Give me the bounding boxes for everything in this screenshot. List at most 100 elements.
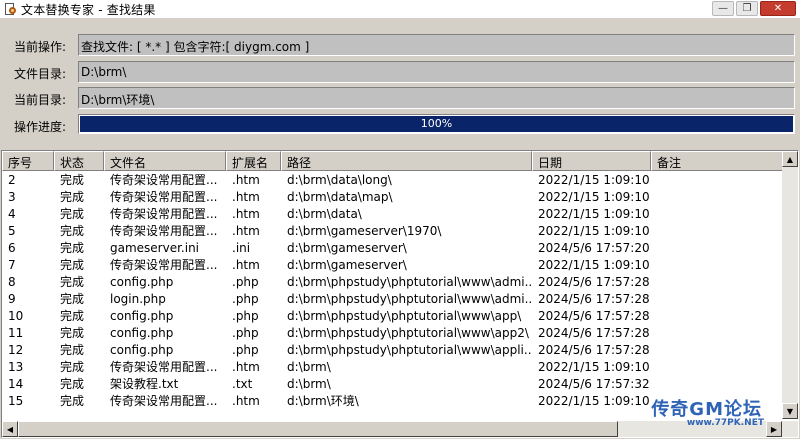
cell-date: 2024/5/6 17:57:32	[538, 377, 650, 391]
cell-note	[651, 325, 784, 342]
cell-note	[651, 274, 784, 291]
file-dir-label: 文件目录:	[14, 67, 67, 81]
cell-seq: 12	[8, 343, 24, 357]
cell-status: 完成	[60, 275, 85, 289]
column-header-path[interactable]: 路径	[281, 151, 532, 171]
cell-filename: 传奇架设常用配置...	[110, 190, 218, 204]
column-header-seq[interactable]: 序号	[2, 151, 54, 171]
table-row[interactable]: 11 完成 config.php .php d:\brm\phpstudy\phptut…	[2, 325, 784, 342]
scroll-left-button[interactable]: ◀	[2, 421, 18, 437]
cell-path: d:\brm\phpstudy\phptutorial\www\app2\	[287, 326, 529, 340]
cell-filename: config.php	[110, 309, 174, 323]
cell-ext: .htm	[232, 173, 260, 187]
scroll-right-button[interactable]: ▶	[766, 421, 782, 437]
cell-note	[651, 172, 784, 189]
scroll-down-button[interactable]: ▼	[782, 403, 798, 419]
cell-status: 完成	[60, 309, 85, 323]
progress-label: 操作进度:	[14, 120, 67, 134]
cell-ext: .htm	[232, 360, 260, 374]
scroll-up-button[interactable]: ▲	[782, 151, 798, 167]
cell-note	[651, 359, 784, 376]
table-row[interactable]: 7 完成 传奇架设常用配置... .htm d:\brm\gameserver\ 2022…	[2, 257, 784, 274]
cell-date: 2024/5/6 17:57:28	[538, 326, 650, 340]
close-button[interactable]: ✕	[760, 1, 796, 16]
cell-status: 完成	[60, 258, 85, 272]
cell-filename: config.php	[110, 343, 174, 357]
table-row[interactable]: 2 完成 传奇架设常用配置... .htm d:\brm\data\long\ 2022/…	[2, 172, 784, 189]
cell-ext: .php	[232, 309, 259, 323]
cell-status: 完成	[60, 326, 85, 340]
table-row[interactable]: 9 完成 login.php .php d:\brm\phpstudy\phptutor…	[2, 291, 784, 308]
column-header-status[interactable]: 状态	[54, 151, 104, 171]
cell-date: 2024/5/6 17:57:20	[538, 241, 650, 255]
cell-status: 完成	[60, 241, 85, 255]
cell-date: 2024/5/6 17:57:28	[538, 292, 650, 306]
horizontal-scrollbar[interactable]: ◀ ▶	[2, 421, 798, 437]
cell-filename: 传奇架设常用配置...	[110, 360, 218, 374]
table-row[interactable]: 6 完成 gameserver.ini .ini d:\brm\gameserver\ 2…	[2, 240, 784, 257]
cell-note	[651, 206, 784, 223]
cell-note	[651, 223, 784, 240]
cell-date: 2022/1/15 1:09:10	[538, 207, 650, 221]
cell-seq: 13	[8, 360, 24, 374]
cell-status: 完成	[60, 360, 85, 374]
table-row[interactable]: 12 完成 config.php .php d:\brm\phpstudy\phptut…	[2, 342, 784, 359]
operation-label: 当前操作:	[14, 40, 67, 54]
table-row[interactable]: 3 完成 传奇架设常用配置... .htm d:\brm\data\map\ 2022/1…	[2, 189, 784, 206]
cell-note	[651, 308, 784, 325]
cell-date: 2022/1/15 1:09:10	[538, 394, 650, 408]
progress-text: 100%	[420, 117, 453, 130]
minimize-button[interactable]: —	[712, 1, 734, 16]
info-panel: 当前操作: 查找文件: [ *.* ] 包含字符:[ diygm.com ] 文…	[0, 18, 800, 146]
current-dir-row: 当前目录: D:\brm\环境\	[0, 87, 800, 109]
operation-field: 查找文件: [ *.* ] 包含字符:[ diygm.com ]	[78, 34, 795, 56]
table-row[interactable]: 5 完成 传奇架设常用配置... .htm d:\brm\gameserver\1970…	[2, 223, 784, 240]
column-header-filename[interactable]: 文件名	[104, 151, 226, 171]
cell-date: 2022/1/15 1:09:10	[538, 190, 650, 204]
cell-path: d:\brm\gameserver\	[287, 258, 407, 272]
cell-path: d:\brm\	[287, 360, 331, 374]
cell-ext: .php	[232, 275, 259, 289]
cell-status: 完成	[60, 207, 85, 221]
window-controls: — ❐ ✕	[712, 1, 796, 16]
cell-seq: 2	[8, 173, 16, 187]
vertical-scrollbar[interactable]: ▲ ▼	[782, 151, 798, 419]
cell-date: 2022/1/15 1:09:10	[538, 258, 650, 272]
file-dir-row: 文件目录: D:\brm\	[0, 61, 800, 83]
cell-path: d:\brm\data\	[287, 207, 362, 221]
horizontal-scroll-thumb[interactable]	[18, 421, 618, 437]
cell-filename: 传奇架设常用配置...	[110, 173, 218, 187]
column-header-ext[interactable]: 扩展名	[226, 151, 281, 171]
cell-filename: 架设教程.txt	[110, 377, 179, 391]
table-row[interactable]: 8 完成 config.php .php d:\brm\phpstudy\phptuto…	[2, 274, 784, 291]
table-row[interactable]: 14 完成 架设教程.txt .txt d:\brm\ 2024/5/6 17:57:32	[2, 376, 784, 393]
cell-note	[651, 342, 784, 359]
table-row[interactable]: 13 完成 传奇架设常用配置... .htm d:\brm\ 2022/1/15 1:09…	[2, 359, 784, 376]
column-header-note[interactable]: 备注	[651, 151, 784, 171]
column-header-date[interactable]: 日期	[532, 151, 651, 171]
cell-path: d:\brm\环境\	[287, 394, 359, 408]
cell-ext: .htm	[232, 394, 260, 408]
cell-note	[651, 189, 784, 206]
cell-seq: 15	[8, 394, 24, 408]
cell-date: 2022/1/15 1:09:10	[538, 224, 650, 238]
cell-date: 2022/1/15 1:09:10	[538, 173, 650, 187]
cell-status: 完成	[60, 173, 85, 187]
cell-path: d:\brm\gameserver\1970\	[287, 224, 442, 238]
cell-seq: 9	[8, 292, 16, 306]
cell-status: 完成	[60, 394, 85, 408]
cell-filename: config.php	[110, 326, 174, 340]
cell-ext: .php	[232, 326, 259, 340]
maximize-button[interactable]: ❐	[736, 1, 758, 16]
table-row[interactable]: 10 完成 config.php .php d:\brm\phpstudy\phptut…	[2, 308, 784, 325]
cell-seq: 10	[8, 309, 24, 323]
current-dir-label: 当前目录:	[14, 93, 67, 107]
cell-seq: 8	[8, 275, 16, 289]
cell-path: d:\brm\phpstudy\phptutorial\www\appli...	[287, 343, 532, 357]
cell-ext: .php	[232, 343, 259, 357]
progress-bar: 100%	[78, 114, 795, 134]
cell-ext: .txt	[232, 377, 253, 391]
cell-date: 2022/1/15 1:09:10	[538, 360, 650, 374]
cell-path: d:\brm\	[287, 377, 331, 391]
table-row[interactable]: 4 完成 传奇架设常用配置... .htm d:\brm\data\ 2022/1/15 …	[2, 206, 784, 223]
